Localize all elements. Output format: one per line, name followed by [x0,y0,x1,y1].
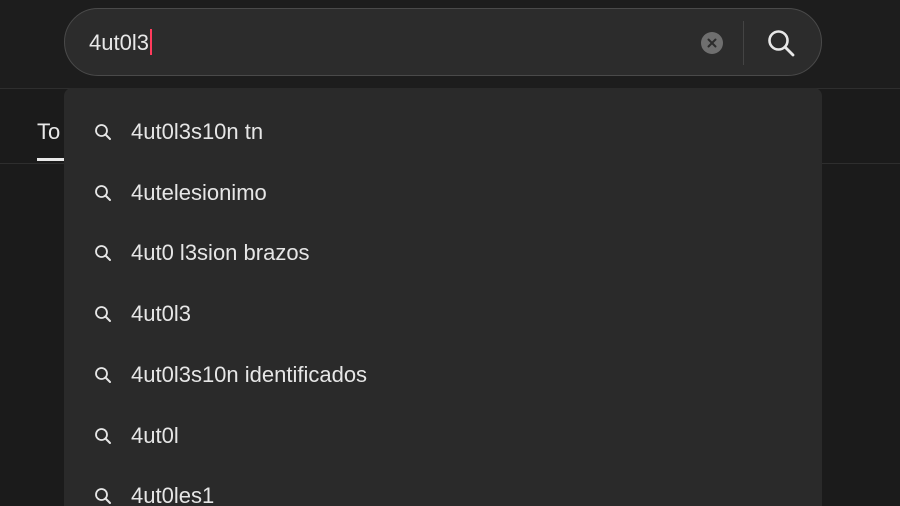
search-icon [95,428,111,444]
suggestion-text: 4ut0l3 [131,301,191,326]
suggestion-text: 4ut0 l3sion brazos [131,240,310,265]
search-icon [95,488,111,504]
search-bar-divider [743,21,744,65]
suggestion-item[interactable]: 4ut0l3s10n identificados [64,345,822,405]
suggestion-item[interactable]: 4ut0les1 [64,466,822,506]
suggestion-item[interactable]: 4ut0 l3sion brazos [64,223,822,283]
search-icon [768,30,795,57]
suggestion-item[interactable]: 4ut0l [64,406,822,466]
close-icon [707,38,717,48]
search-icon [95,185,111,201]
text-caret [149,29,152,56]
suggestion-text: 4ut0l [131,423,179,448]
search-icon [95,124,111,140]
search-icon [95,306,111,322]
tab-top-label: To [37,119,61,144]
tab-active-indicator [37,158,65,161]
suggestion-text: 4ut0l3s10n identificados [131,362,368,387]
search-submit-button[interactable] [755,17,807,69]
suggestion-text: 4ut0les1 [131,483,215,506]
search-input-value: 4ut0l3 [89,30,149,55]
search-icon [95,245,111,261]
search-bar: 4ut0l3 [64,8,822,76]
search-icon [95,367,111,383]
clear-search-button[interactable] [701,32,723,54]
suggestion-text: 4ut0l3s10n tn [131,119,264,144]
suggestions-dropdown: 4ut0l3s10n tn 4utelesionimo 4ut0 l3sion … [64,88,822,506]
search-input[interactable]: 4ut0l3 [89,29,152,57]
suggestion-item[interactable]: 4utelesionimo [64,163,822,223]
suggestion-item[interactable]: 4ut0l3s10n tn [64,102,822,162]
search-page: To 4ut0l3 4ut0l3s10n tn 4utelesionimo 4u… [0,0,900,506]
suggestion-item[interactable]: 4ut0l3 [64,284,822,344]
suggestion-text: 4utelesionimo [131,180,267,205]
